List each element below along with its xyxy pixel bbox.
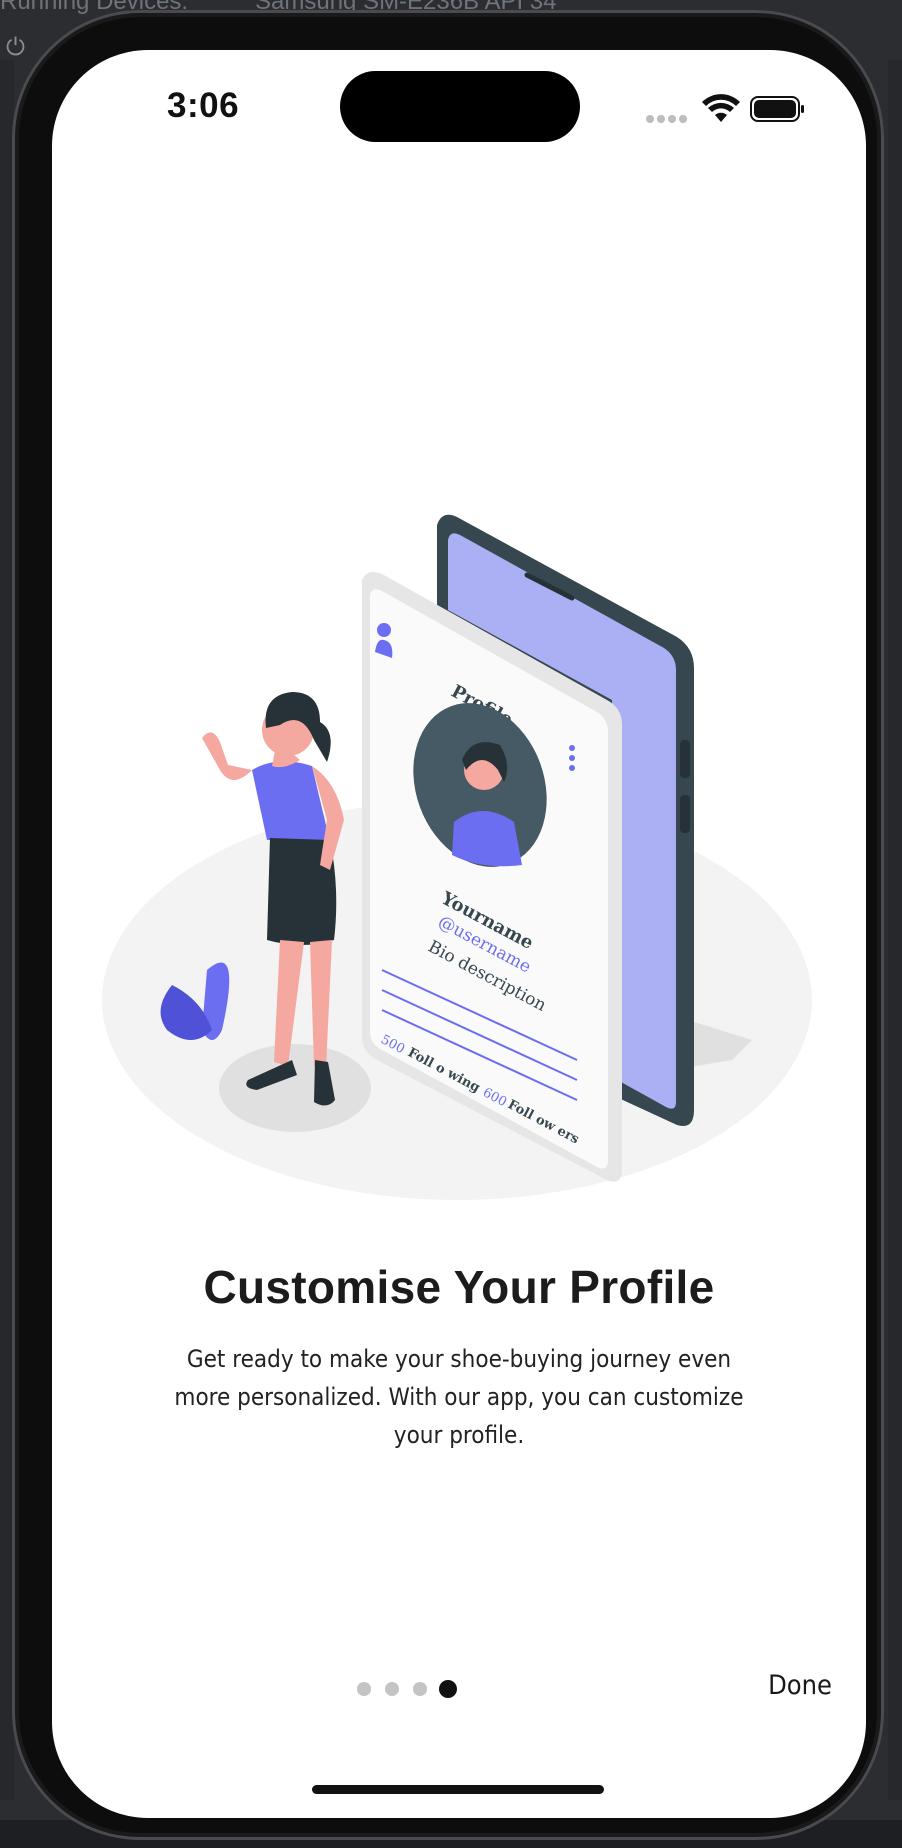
onboarding-title: Customise Your Profile [203, 1261, 715, 1313]
page-dot-active[interactable] [439, 1680, 457, 1698]
ide-right-panel [888, 60, 902, 1800]
profile-illustration: Profile Yourname @username Bio descripti… [102, 514, 812, 1200]
phone-frame: 3:06 Yourname @username Bio description … [12, 10, 884, 1840]
home-indicator[interactable] [312, 1785, 604, 1794]
signal-dots-icon [646, 110, 692, 123]
power-icon[interactable]: ⏻ [6, 36, 30, 60]
page-dot[interactable] [385, 1682, 399, 1696]
battery-icon [750, 96, 804, 122]
dynamic-island [340, 71, 580, 142]
wifi-icon [702, 94, 740, 122]
page-dot[interactable] [413, 1682, 427, 1696]
page-dot[interactable] [357, 1682, 371, 1696]
phone-screen: 3:06 Yourname @username Bio description … [52, 50, 866, 1818]
onboarding-description: Get ready to make your shoe-buying journ… [174, 1345, 744, 1449]
done-button[interactable]: Done [768, 1670, 832, 1701]
status-time: 3:06 [167, 86, 240, 125]
